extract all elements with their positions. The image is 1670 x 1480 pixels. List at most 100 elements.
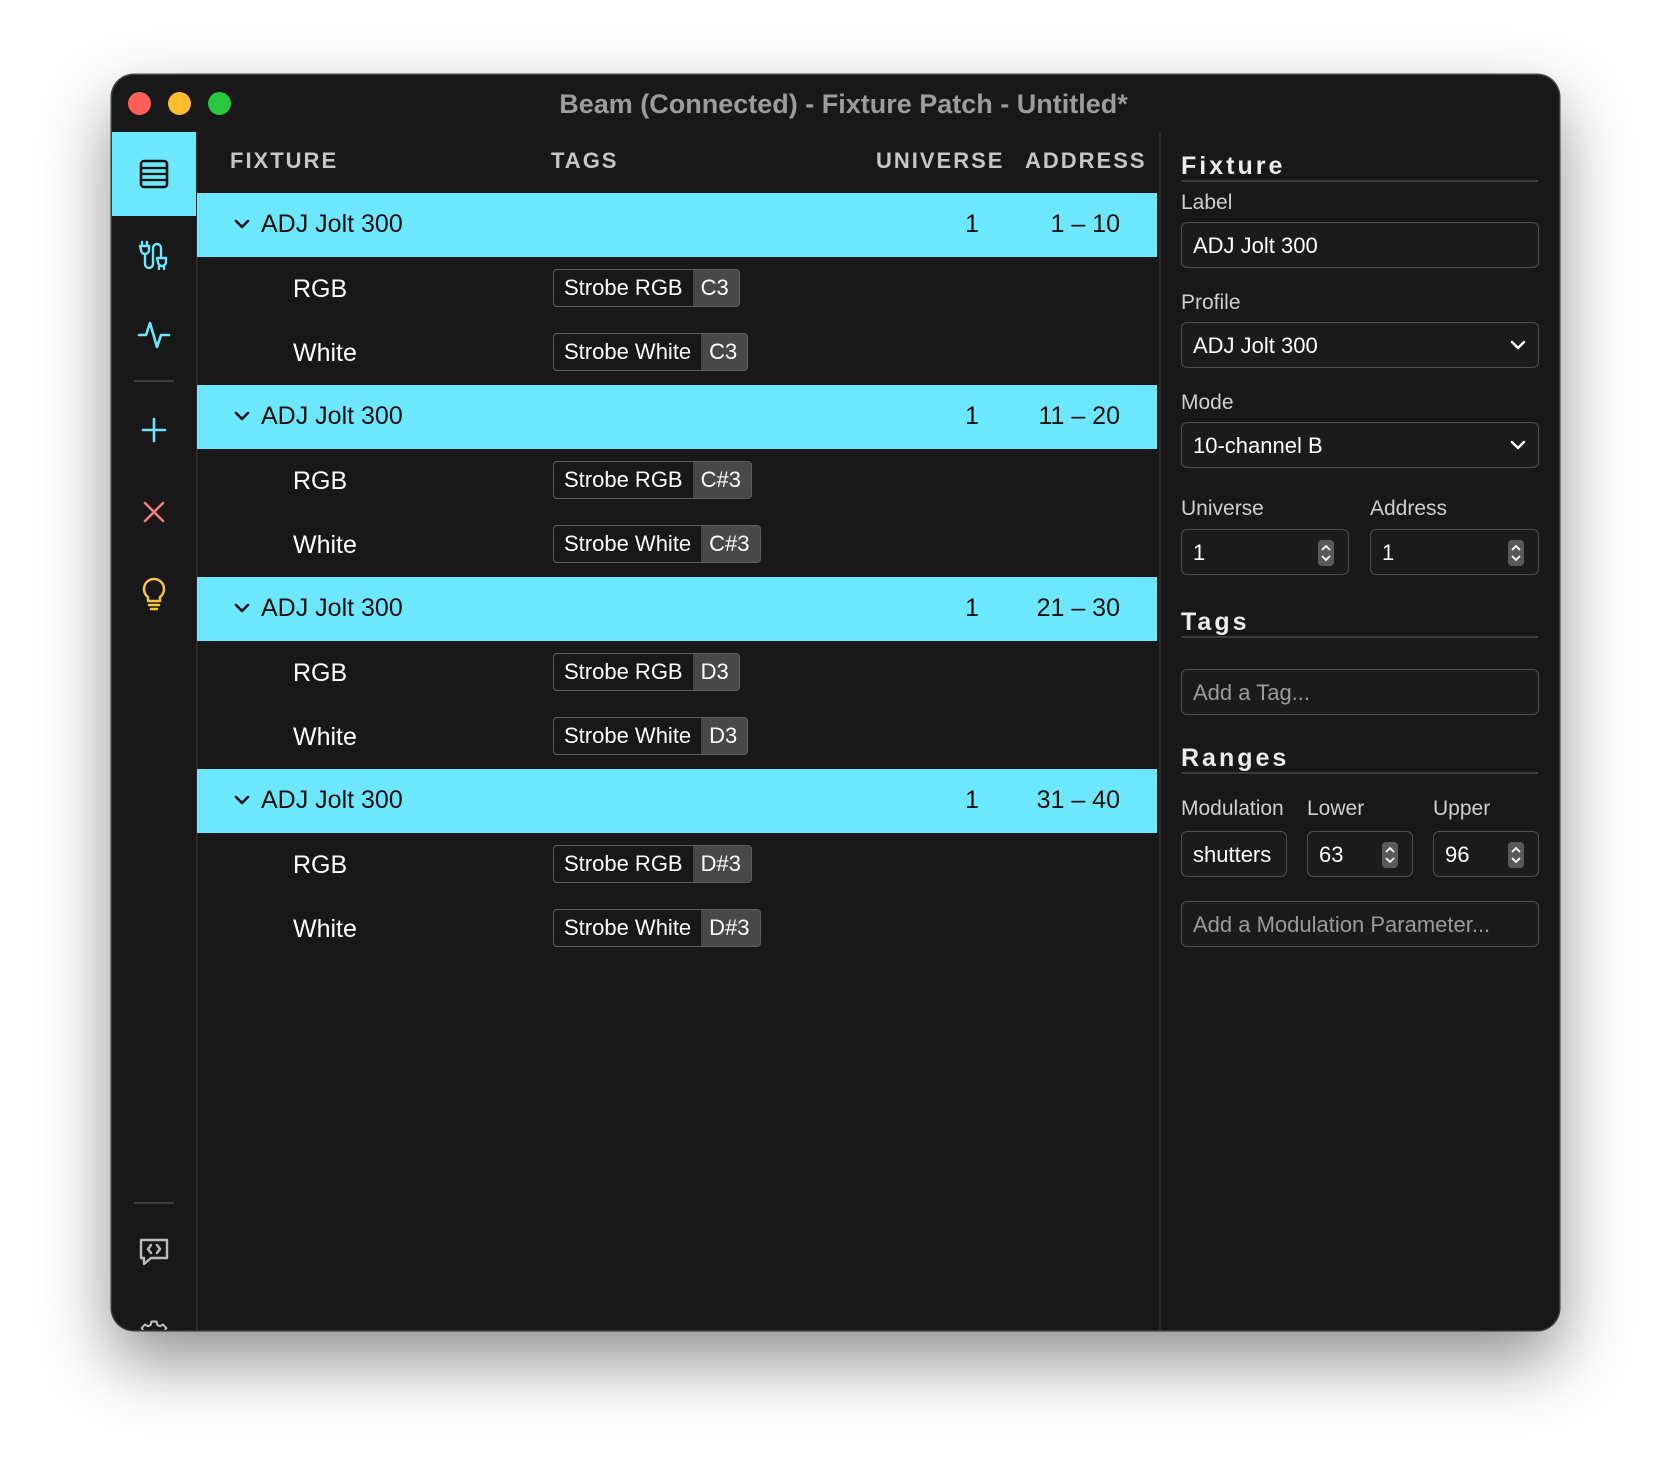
ranges-section-header: Ranges [1181, 744, 1538, 774]
mode-select[interactable]: 10-channel B [1181, 422, 1539, 468]
tag-chip[interactable]: Strobe RGB C#3 [553, 461, 752, 499]
gear-icon [140, 1320, 168, 1330]
delete-icon [143, 501, 165, 523]
fixture-universe: 1 [965, 594, 979, 622]
stepper-arrows-icon[interactable] [1508, 842, 1524, 868]
add-modulation-input[interactable]: Add a Modulation Parameter... [1181, 901, 1539, 947]
chevron-down-icon[interactable] [231, 789, 253, 811]
channel-name: White [293, 339, 357, 367]
tag-label: Strobe RGB [564, 659, 683, 684]
sidebar-item-settings[interactable] [112, 1294, 196, 1330]
profile-select[interactable]: ADJ Jolt 300 [1181, 322, 1539, 368]
ranges-section-title: Ranges [1181, 744, 1304, 772]
tag-chip[interactable]: Strobe RGB C3 [553, 269, 740, 307]
tag-chip[interactable]: Strobe RGB D3 [553, 653, 740, 691]
window-controls [128, 92, 231, 115]
channel-row[interactable]: RGB Strobe RGB C3 [197, 257, 1157, 321]
sidebar-item-fixtures[interactable] [112, 132, 196, 216]
fixture-row[interactable]: ADJ Jolt 300 1 21 – 30 [197, 577, 1157, 641]
tag-note: C3 [701, 334, 748, 370]
tag-chip[interactable]: Strobe White C3 [553, 333, 749, 371]
sidebar-divider-bottom [134, 1202, 174, 1204]
add-modulation-placeholder: Add a Modulation Parameter... [1193, 912, 1491, 937]
channel-name: RGB [293, 275, 348, 303]
stepper-arrows-icon[interactable] [1508, 540, 1524, 566]
tag-chip[interactable]: Strobe White D3 [553, 717, 749, 755]
sidebar-divider [134, 380, 174, 382]
chevron-down-icon[interactable] [231, 405, 253, 427]
tag-chip[interactable]: Strobe White C#3 [553, 525, 761, 563]
minimize-window-button[interactable] [168, 92, 191, 115]
address-stepper-value: 1 [1382, 540, 1395, 565]
sidebar-item-activity[interactable] [112, 292, 196, 376]
sidebar-item-delete[interactable] [112, 470, 196, 554]
close-window-button[interactable] [128, 92, 151, 115]
tag-note: D#3 [701, 910, 760, 946]
channel-row[interactable]: White Strobe White C#3 [197, 513, 1157, 577]
column-header-universe[interactable]: UNIVERSE [876, 148, 1004, 174]
fixture-universe: 1 [965, 786, 979, 814]
channel-row[interactable]: White Strobe White D#3 [197, 897, 1157, 961]
channel-row[interactable]: RGB Strobe RGB C#3 [197, 449, 1157, 513]
tag-note: C#3 [692, 462, 751, 498]
channel-row[interactable]: White Strobe White C3 [197, 321, 1157, 385]
upper-stepper[interactable]: 96 [1433, 831, 1539, 877]
inspector-panel: Fixture Label ADJ Jolt 300 Profile ADJ J… [1159, 132, 1559, 1330]
tag-label: Strobe White [564, 915, 692, 940]
fixture-row[interactable]: ADJ Jolt 300 1 11 – 20 [197, 385, 1157, 449]
add-tag-placeholder: Add a Tag... [1193, 680, 1311, 705]
label-field-label: Label [1181, 191, 1233, 214]
fixture-address: 31 – 40 [1036, 786, 1120, 814]
universe-stepper-value: 1 [1193, 540, 1206, 565]
list-icon [139, 159, 169, 189]
universe-stepper[interactable]: 1 [1181, 529, 1349, 575]
mode-select-value: 10-channel B [1193, 433, 1323, 458]
tag-note: D#3 [692, 846, 751, 882]
zoom-window-button[interactable] [208, 92, 231, 115]
channel-name: White [293, 915, 357, 943]
fixture-address: 21 – 30 [1036, 594, 1120, 622]
universe-field-label: Universe [1181, 497, 1264, 520]
channel-name: RGB [293, 467, 348, 495]
activity-icon [137, 321, 171, 349]
tag-note: D3 [701, 718, 748, 754]
lower-column-label: Lower [1307, 797, 1365, 820]
modulation-input[interactable]: shutters [1181, 831, 1287, 877]
address-stepper[interactable]: 1 [1370, 529, 1539, 575]
patch-cable-icon [138, 240, 168, 271]
column-header-fixture[interactable]: FIXTURE [230, 148, 338, 174]
add-tag-input[interactable]: Add a Tag... [1181, 669, 1539, 715]
sidebar-item-console[interactable] [112, 1210, 196, 1294]
stepper-arrows-icon[interactable] [1318, 540, 1334, 566]
fixture-name: ADJ Jolt 300 [261, 402, 403, 430]
column-header-address[interactable]: ADDRESS [1025, 148, 1147, 174]
fixture-row[interactable]: ADJ Jolt 300 1 31 – 40 [197, 769, 1157, 833]
lower-stepper[interactable]: 63 [1307, 831, 1413, 877]
modulation-input-value: shutters [1193, 842, 1272, 867]
sidebar-item-identify[interactable] [112, 552, 196, 636]
channel-name: White [293, 531, 357, 559]
channel-name: RGB [293, 851, 348, 879]
channel-row[interactable]: White Strobe White D3 [197, 705, 1157, 769]
chevron-down-icon[interactable] [231, 597, 253, 619]
label-input-value: ADJ Jolt 300 [1193, 233, 1318, 258]
channel-name: White [293, 723, 357, 751]
tag-chip[interactable]: Strobe White D#3 [553, 909, 761, 947]
channel-row[interactable]: RGB Strobe RGB D#3 [197, 833, 1157, 897]
label-input[interactable]: ADJ Jolt 300 [1181, 222, 1539, 268]
sidebar-item-add[interactable] [112, 388, 196, 472]
channel-row[interactable]: RGB Strobe RGB D3 [197, 641, 1157, 705]
mode-field-label: Mode [1181, 391, 1234, 414]
tag-note: C3 [692, 270, 739, 306]
lightbulb-icon [142, 577, 166, 611]
chevron-down-icon[interactable] [231, 213, 253, 235]
sidebar-item-patch[interactable] [112, 212, 196, 296]
fixture-name: ADJ Jolt 300 [261, 786, 403, 814]
column-header-tags[interactable]: TAGS [551, 148, 618, 174]
app-window: Beam (Connected) - Fixture Patch - Untit… [112, 75, 1559, 1330]
fixture-row[interactable]: ADJ Jolt 300 1 1 – 10 [197, 193, 1157, 257]
tag-note: C#3 [701, 526, 760, 562]
tag-chip[interactable]: Strobe RGB D#3 [553, 845, 752, 883]
profile-field-label: Profile [1181, 291, 1241, 314]
stepper-arrows-icon[interactable] [1382, 842, 1398, 868]
